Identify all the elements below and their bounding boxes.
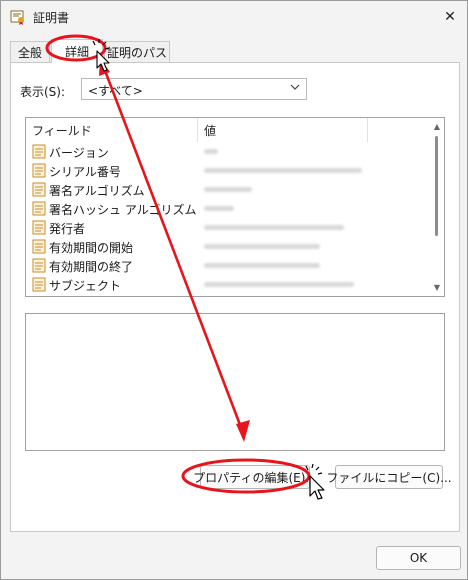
list-item[interactable]: 署名アルゴリズム bbox=[26, 180, 430, 199]
list-item[interactable]: シリアル番号 bbox=[26, 161, 430, 180]
field-rows: バージョン シリアル番号 署名アルゴリズム 署名ハッシュ アルゴリズム 発行者 bbox=[26, 142, 430, 294]
field-value bbox=[204, 282, 354, 287]
list-item[interactable]: 有効期間の終了 bbox=[26, 256, 430, 275]
chevron-down-icon bbox=[290, 82, 300, 95]
field-label: シリアル番号 bbox=[49, 165, 121, 179]
edit-properties-button[interactable]: プロパティの編集(E)... bbox=[193, 465, 317, 489]
column-header-label: 値 bbox=[204, 123, 217, 138]
field-value bbox=[204, 244, 320, 249]
close-icon: ✕ bbox=[444, 9, 456, 25]
field-label: 有効期間の終了 bbox=[49, 260, 134, 274]
list-item[interactable]: 署名ハッシュ アルゴリズム bbox=[26, 199, 430, 218]
field-value bbox=[204, 206, 234, 211]
vertical-scrollbar[interactable] bbox=[435, 136, 438, 236]
tab-general[interactable]: 全般 bbox=[10, 41, 50, 62]
field-value bbox=[204, 263, 320, 268]
field-label: 有効期間の開始 bbox=[49, 241, 134, 255]
field-label: 署名ハッシュ アルゴリズム bbox=[49, 203, 197, 217]
tab-details[interactable]: 詳細 bbox=[51, 39, 103, 63]
scroll-down-arrow-icon[interactable]: ▼ bbox=[434, 283, 440, 292]
field-value bbox=[204, 225, 344, 230]
certificate-dialog: 証明書 ✕ 全般 詳細 証明のパス 表示(S): <すべて> フィールド 値 バ… bbox=[0, 0, 468, 580]
field-label: 署名アルゴリズム bbox=[49, 184, 145, 198]
title-bar: 証明書 ✕ bbox=[1, 1, 467, 33]
scroll-up-arrow-icon[interactable]: ▲ bbox=[434, 122, 440, 131]
field-label: 発行者 bbox=[49, 222, 86, 236]
button-label: OK bbox=[409, 551, 428, 565]
field-icon bbox=[32, 163, 46, 178]
field-list[interactable]: フィールド 値 バージョン シリアル番号 署名アルゴリズム 署名ハッシュ アルゴ… bbox=[25, 117, 445, 297]
ok-button[interactable]: OK bbox=[376, 546, 461, 570]
field-icon bbox=[32, 182, 46, 197]
tab-label: 証明のパス bbox=[106, 45, 167, 60]
field-detail-box[interactable] bbox=[25, 313, 445, 451]
close-button[interactable]: ✕ bbox=[437, 5, 463, 29]
field-label: バージョン bbox=[49, 146, 109, 160]
show-select-value: <すべて> bbox=[88, 84, 143, 98]
list-item[interactable]: サブジェクト bbox=[26, 275, 430, 294]
list-item[interactable]: バージョン bbox=[26, 142, 430, 161]
field-value bbox=[204, 187, 252, 192]
field-value bbox=[204, 149, 218, 154]
field-icon bbox=[32, 220, 46, 235]
column-header-value[interactable]: 値 bbox=[198, 118, 368, 142]
certificate-icon bbox=[10, 10, 24, 25]
column-header-field[interactable]: フィールド bbox=[26, 118, 198, 142]
tab-certification-path[interactable]: 証明のパス bbox=[104, 41, 170, 62]
button-label: ファイルにコピー(C)... bbox=[326, 470, 452, 485]
field-value bbox=[204, 168, 362, 173]
field-icon bbox=[32, 144, 46, 159]
list-item[interactable]: 発行者 bbox=[26, 218, 430, 237]
list-item[interactable]: 有効期間の開始 bbox=[26, 237, 430, 256]
field-label: サブジェクト bbox=[49, 279, 122, 293]
show-select[interactable]: <すべて> bbox=[81, 78, 307, 100]
window-title: 証明書 bbox=[33, 11, 70, 25]
button-label: プロパティの編集(E)... bbox=[193, 470, 317, 485]
field-icon bbox=[32, 201, 46, 216]
field-icon bbox=[32, 239, 46, 254]
column-header-label: フィールド bbox=[32, 123, 92, 138]
tab-label: 詳細 bbox=[64, 45, 89, 59]
show-label: 表示(S): bbox=[20, 85, 66, 99]
tab-label: 全般 bbox=[17, 45, 42, 60]
field-icon bbox=[32, 277, 46, 292]
copy-to-file-button[interactable]: ファイルにコピー(C)... bbox=[326, 465, 452, 489]
field-icon bbox=[32, 258, 46, 273]
